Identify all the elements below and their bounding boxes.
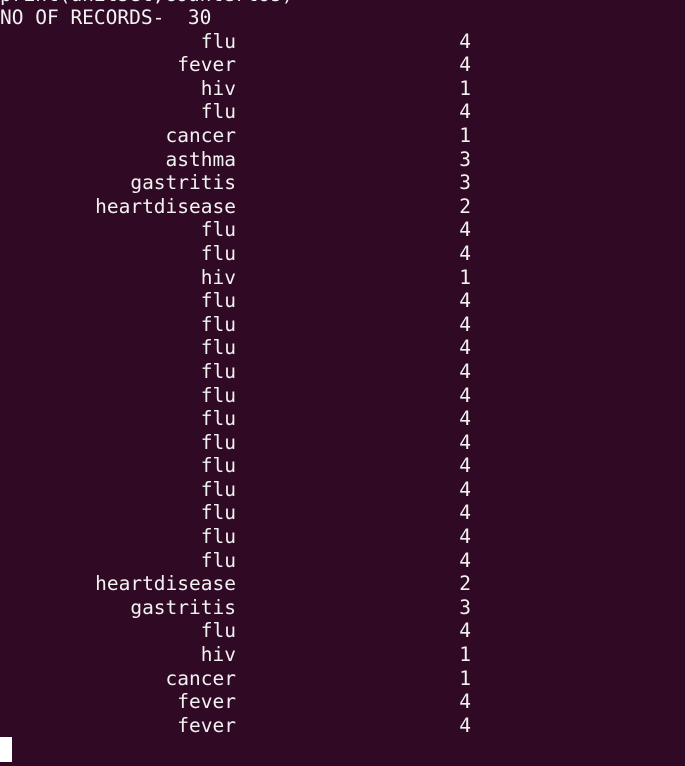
record-name: flu bbox=[200, 619, 236, 643]
record-count: 4 bbox=[459, 100, 471, 124]
record-count: 4 bbox=[459, 53, 471, 77]
record-row: flu 4 bbox=[0, 384, 685, 408]
record-count: 1 bbox=[459, 666, 471, 690]
record-name: gastritis bbox=[130, 595, 236, 619]
record-row: flu 4 bbox=[0, 501, 685, 525]
record-count-label: NO OF RECORDS- bbox=[0, 6, 165, 29]
record-name: hiv bbox=[200, 76, 236, 100]
record-name: flu bbox=[200, 407, 236, 431]
record-count: 3 bbox=[459, 595, 471, 619]
record-row: hiv 1 bbox=[0, 643, 685, 667]
record-name: flu bbox=[200, 241, 236, 265]
record-row: gastritis 3 bbox=[0, 171, 685, 195]
record-row: flu 4 bbox=[0, 360, 685, 384]
record-row: heartdisease 2 bbox=[0, 572, 685, 596]
record-row: flu 4 bbox=[0, 30, 685, 54]
record-count: 4 bbox=[459, 312, 471, 336]
record-row: flu 4 bbox=[0, 549, 685, 573]
record-row: hiv 1 bbox=[0, 77, 685, 101]
record-row: fever 4 bbox=[0, 714, 685, 738]
record-name: flu bbox=[200, 383, 236, 407]
terminal-window[interactable]: print(unitset,countertos) NO OF RECORDS-… bbox=[0, 0, 685, 766]
record-name: flu bbox=[200, 454, 236, 478]
record-count: 4 bbox=[459, 477, 471, 501]
record-count: 4 bbox=[459, 407, 471, 431]
record-name: fever bbox=[177, 713, 236, 737]
record-count: 4 bbox=[459, 241, 471, 265]
record-row: flu 4 bbox=[0, 313, 685, 337]
record-row: cancer 1 bbox=[0, 667, 685, 691]
record-count: 4 bbox=[459, 548, 471, 572]
record-name: fever bbox=[177, 53, 236, 77]
record-name: cancer bbox=[165, 666, 236, 690]
records-list: flu 4 fever 4 hiv 1 flu 4 cancer 1 asthma 3 gastriti… bbox=[0, 30, 685, 738]
record-name: flu bbox=[200, 218, 236, 242]
record-name: flu bbox=[200, 289, 236, 313]
record-name: flu bbox=[200, 525, 236, 549]
record-name: flu bbox=[200, 548, 236, 572]
record-count: 2 bbox=[459, 194, 471, 218]
record-name: cancer bbox=[165, 123, 236, 147]
record-name: flu bbox=[200, 477, 236, 501]
record-row: flu 4 bbox=[0, 289, 685, 313]
record-count: 2 bbox=[459, 572, 471, 596]
record-count: 1 bbox=[459, 76, 471, 100]
record-name: flu bbox=[200, 100, 236, 124]
record-count: 4 bbox=[459, 383, 471, 407]
record-row: flu 4 bbox=[0, 100, 685, 124]
record-name: hiv bbox=[200, 265, 236, 289]
record-row: heartdisease 2 bbox=[0, 195, 685, 219]
record-name: flu bbox=[200, 359, 236, 383]
record-count: 4 bbox=[459, 29, 471, 53]
record-name: flu bbox=[200, 430, 236, 454]
record-count: 4 bbox=[459, 430, 471, 454]
record-name: flu bbox=[200, 336, 236, 360]
record-row: flu 4 bbox=[0, 218, 685, 242]
record-count: 4 bbox=[459, 218, 471, 242]
record-row: flu 4 bbox=[0, 525, 685, 549]
record-count: 4 bbox=[459, 289, 471, 313]
record-name: flu bbox=[200, 312, 236, 336]
record-count: 4 bbox=[459, 454, 471, 478]
record-count: 4 bbox=[459, 619, 471, 643]
record-count: 3 bbox=[459, 147, 471, 171]
record-row: flu 4 bbox=[0, 336, 685, 360]
record-name: flu bbox=[200, 29, 236, 53]
record-row: cancer 1 bbox=[0, 124, 685, 148]
record-count-header: NO OF RECORDS- 30 bbox=[0, 6, 211, 30]
record-count: 4 bbox=[459, 690, 471, 714]
record-name: fever bbox=[177, 690, 236, 714]
record-row: fever 4 bbox=[0, 53, 685, 77]
terminal-cursor bbox=[0, 737, 12, 762]
record-name: heartdisease bbox=[95, 572, 236, 596]
record-count: 4 bbox=[459, 525, 471, 549]
record-count: 1 bbox=[459, 123, 471, 147]
record-count: 1 bbox=[459, 265, 471, 289]
record-name: gastritis bbox=[130, 171, 236, 195]
record-name: heartdisease bbox=[95, 194, 236, 218]
record-row: asthma 3 bbox=[0, 148, 685, 172]
record-count: 4 bbox=[459, 713, 471, 737]
record-row: flu 4 bbox=[0, 431, 685, 455]
record-count: 4 bbox=[459, 501, 471, 525]
record-row: gastritis 3 bbox=[0, 596, 685, 620]
record-count-value: 30 bbox=[187, 6, 212, 29]
record-count: 3 bbox=[459, 171, 471, 195]
record-row: flu 4 bbox=[0, 407, 685, 431]
record-row: flu 4 bbox=[0, 242, 685, 266]
record-row: flu 4 bbox=[0, 478, 685, 502]
record-row: hiv 1 bbox=[0, 266, 685, 290]
record-name: asthma bbox=[165, 147, 236, 171]
record-row: fever 4 bbox=[0, 690, 685, 714]
record-count: 4 bbox=[459, 359, 471, 383]
record-name: hiv bbox=[200, 643, 236, 667]
record-count: 4 bbox=[459, 336, 471, 360]
record-row: flu 4 bbox=[0, 619, 685, 643]
record-name: flu bbox=[200, 501, 236, 525]
record-count: 1 bbox=[459, 643, 471, 667]
record-row: flu 4 bbox=[0, 454, 685, 478]
